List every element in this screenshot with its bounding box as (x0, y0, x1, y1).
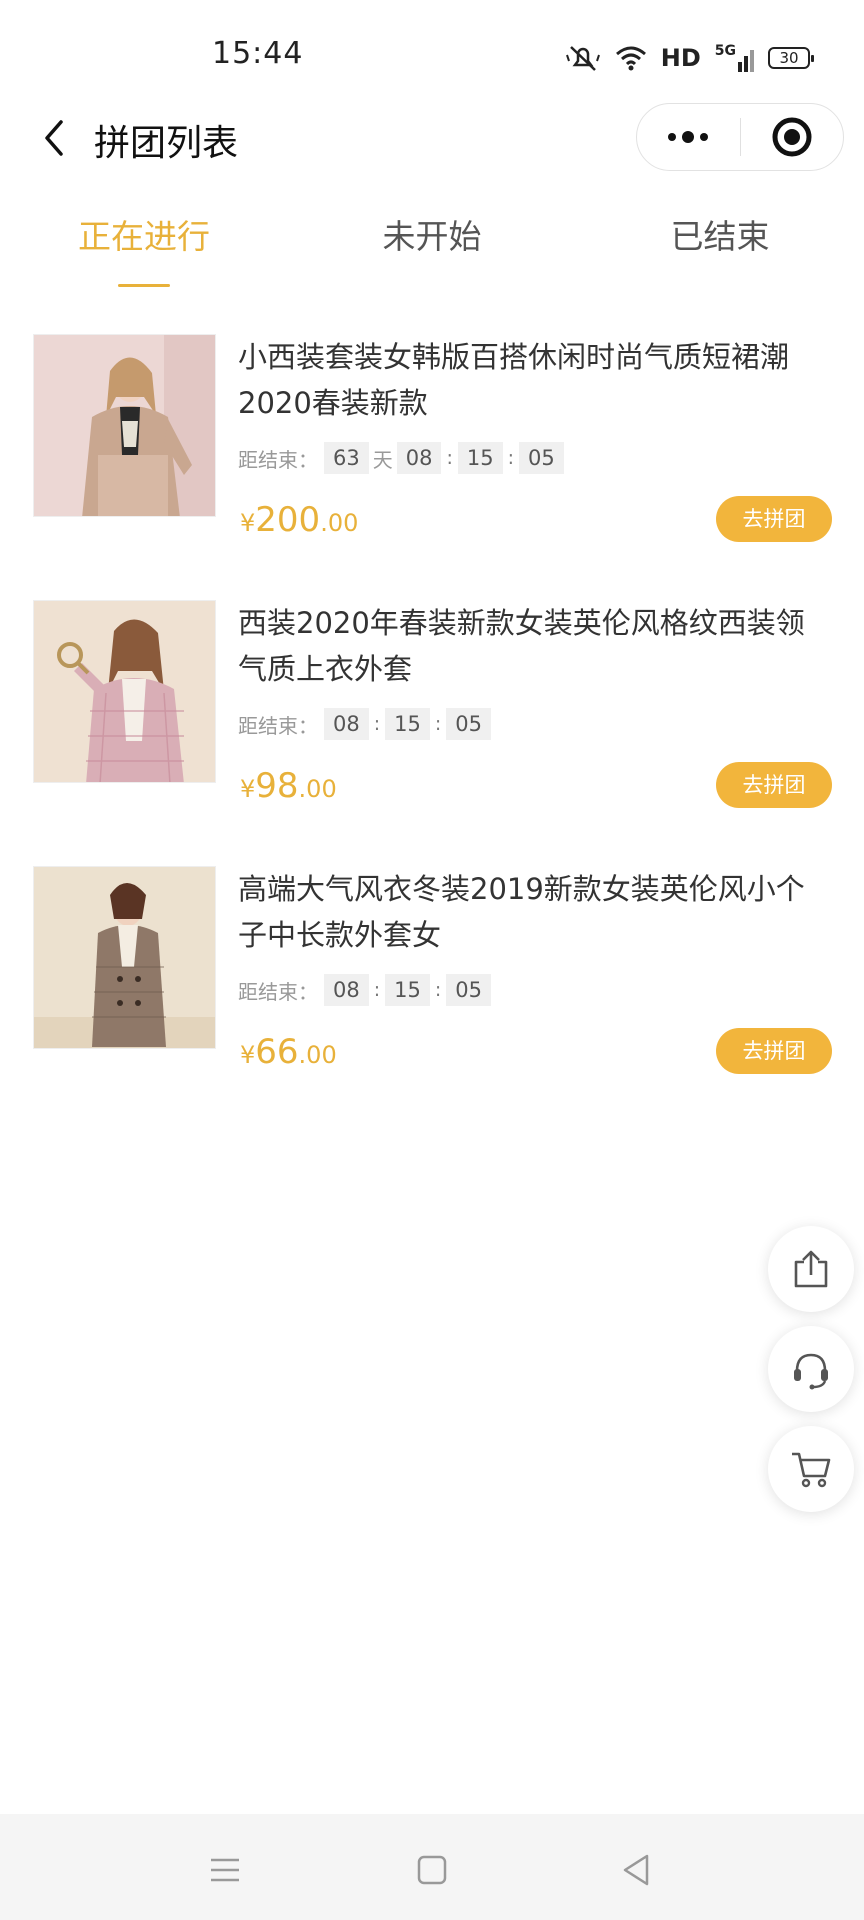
time-separator: : (446, 447, 453, 469)
menu-icon (211, 1858, 239, 1882)
product-info: 小西装套装女韩版百搭休闲时尚气质短裙潮2020春装新款 距结束： 63 天 08… (238, 334, 832, 546)
price-integer: 200 (255, 500, 321, 540)
countdown-seconds: 05 (446, 708, 492, 740)
target-close-icon (772, 117, 812, 157)
countdown-minutes: 15 (385, 708, 430, 740)
battery-icon: 30 (768, 47, 814, 69)
mini-program-capsule (636, 103, 844, 171)
product-image[interactable] (33, 600, 216, 783)
share-button[interactable] (768, 1226, 854, 1312)
tab-label: 已结束 (670, 217, 770, 256)
hd-indicator: HD (660, 44, 701, 72)
price: ¥98.00 (240, 766, 337, 806)
tab-not-started[interactable]: 未开始 (288, 210, 576, 290)
product-info: 高端大气风衣冬装2019新款女装英伦风小个子中长款外套女 距结束： 08 : 1… (238, 866, 832, 1078)
countdown-hours: 08 (396, 442, 442, 474)
countdown-hours: 08 (324, 708, 369, 740)
tab-label: 未开始 (382, 217, 482, 256)
tab-label: 正在进行 (78, 217, 210, 256)
time-separator: : (373, 979, 381, 1001)
product-title: 西装2020年春装新款女装英伦风格纹西装领气质上衣外套 (238, 606, 805, 686)
time-separator: : (507, 447, 515, 469)
page-title: 拼团列表 (94, 123, 239, 164)
tab-bar: 正在进行 未开始 已结束 (0, 210, 864, 290)
product-info: 西装2020年春装新款女装英伦风格纹西装领气质上衣外套 距结束： 08 : 15… (238, 600, 832, 812)
list-item[interactable]: 高端大气风衣冬装2019新款女装英伦风小个子中长款外套女 距结束： 08 : 1… (0, 866, 864, 1132)
product-title: 高端大气风衣冬装2019新款女装英伦风小个子中长款外套女 (238, 872, 805, 952)
countdown-label: 距结束： (238, 713, 318, 738)
countdown: 距结束： 63 天 08 : 15 : 05 (238, 442, 832, 474)
tab-ongoing[interactable]: 正在进行 (0, 210, 288, 290)
join-group-button[interactable]: 去拼团 (716, 762, 832, 808)
customer-service-icon (794, 1353, 828, 1390)
share-icon (794, 1250, 828, 1288)
product-image[interactable] (33, 866, 216, 1049)
price-decimal: .00 (298, 1041, 337, 1069)
mute-bell-icon (565, 46, 600, 71)
list-item[interactable]: 西装2020年春装新款女装英伦风格纹西装领气质上衣外套 距结束： 08 : 15… (0, 600, 864, 866)
tab-ended[interactable]: 已结束 (576, 210, 864, 290)
back-button[interactable] (26, 110, 82, 166)
status-bar: 15:44 HD 5G 30 (0, 0, 864, 112)
countdown: 距结束： 08 : 15 : 05 (238, 974, 832, 1006)
currency-symbol: ¥ (240, 775, 256, 803)
price-integer: 98 (255, 766, 299, 806)
signal-icon: 5G (715, 44, 754, 72)
time-separator: : (434, 979, 442, 1001)
product-photo-plaid-blazer-pink (34, 601, 215, 782)
price-integer: 66 (255, 1032, 299, 1072)
product-list: 小西装套装女韩版百搭休闲时尚气质短裙潮2020春装新款 距结束： 63 天 08… (0, 334, 864, 1132)
price-row: ¥98.00 去拼团 (238, 762, 832, 812)
countdown-days: 63 (324, 442, 369, 474)
network-type: 5G (714, 43, 736, 59)
back-nav-button[interactable] (614, 1848, 658, 1892)
countdown-seconds: 05 (519, 442, 564, 474)
wifi-icon (615, 46, 646, 71)
price-row: ¥200.00 去拼团 (238, 496, 832, 546)
countdown-minutes: 15 (385, 974, 430, 1006)
time-separator: : (373, 713, 381, 735)
home-square-icon (417, 1855, 447, 1885)
product-title: 小西装套装女韩版百搭休闲时尚气质短裙潮2020春装新款 (238, 340, 790, 420)
system-nav-bar (0, 1814, 864, 1920)
join-group-button[interactable]: 去拼团 (716, 1028, 832, 1074)
cart-icon (792, 1452, 831, 1488)
tab-active-indicator (118, 284, 170, 287)
countdown-label: 距结束： (238, 447, 318, 472)
more-button[interactable] (637, 104, 740, 170)
join-group-button[interactable]: 去拼团 (716, 496, 832, 542)
day-unit: 天 (372, 447, 393, 472)
price: ¥66.00 (240, 1032, 337, 1072)
nav-bar: 拼团列表 (0, 100, 864, 176)
product-image[interactable] (33, 334, 216, 517)
close-button[interactable] (741, 104, 844, 170)
countdown-label: 距结束： (238, 979, 318, 1004)
countdown-minutes: 15 (457, 442, 503, 474)
product-photo-blazer-beige (34, 335, 215, 516)
time-separator: : (434, 713, 442, 735)
price-decimal: .00 (298, 775, 337, 803)
price-row: ¥66.00 去拼团 (238, 1028, 832, 1078)
product-photo-trench-coat (34, 867, 215, 1048)
more-dots-icon (668, 131, 709, 143)
price-decimal: .00 (320, 509, 359, 537)
price: ¥200.00 (240, 500, 358, 540)
list-item[interactable]: 小西装套装女韩版百搭休闲时尚气质短裙潮2020春装新款 距结束： 63 天 08… (0, 334, 864, 600)
countdown-seconds: 05 (446, 974, 492, 1006)
status-icons: HD 5G 30 (565, 40, 814, 76)
currency-symbol: ¥ (240, 1041, 256, 1069)
back-triangle-icon (623, 1854, 649, 1886)
cart-button[interactable] (768, 1426, 854, 1512)
customer-service-button[interactable] (768, 1326, 854, 1412)
status-time: 15:44 (212, 36, 304, 71)
currency-symbol: ¥ (240, 509, 256, 537)
countdown-hours: 08 (324, 974, 369, 1006)
countdown: 距结束： 08 : 15 : 05 (238, 708, 832, 740)
menu-button[interactable] (203, 1848, 247, 1892)
chevron-left-icon (45, 120, 63, 156)
home-button[interactable] (410, 1848, 454, 1892)
